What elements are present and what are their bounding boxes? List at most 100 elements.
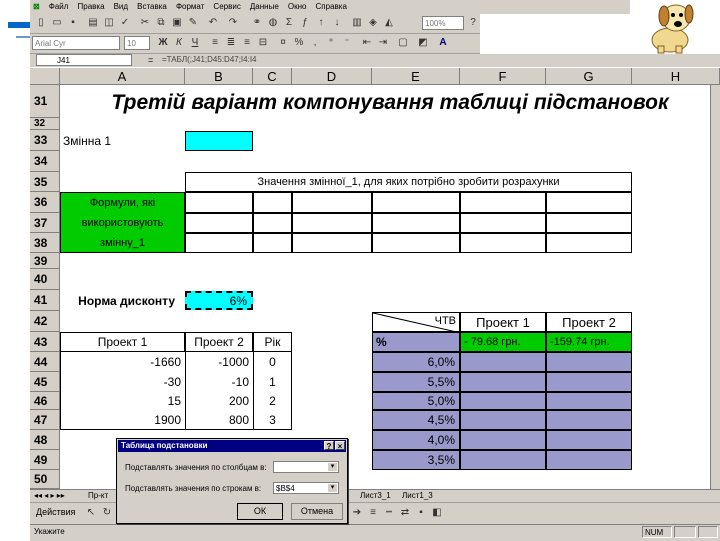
column-header-c[interactable]: C [253,68,292,85]
project2-cell[interactable]: -10 [185,372,253,392]
rate-cell[interactable]: 5,0% [372,392,460,410]
font-color-icon[interactable]: A [436,36,450,50]
discount-label[interactable]: Норма дисконту [60,290,185,311]
npv-corner-cell[interactable]: ЧТВ [372,312,460,332]
align-center-icon[interactable]: ≣ [224,36,238,50]
result-cell[interactable] [460,450,546,470]
sort-desc-icon[interactable]: ↓ [330,16,344,30]
values-header[interactable]: Значення змінної_1, для яких потрібно зр… [185,172,632,192]
npv-project1-header[interactable]: Проект 1 [460,312,546,332]
row-header-42[interactable]: 42 [30,311,60,332]
underline-icon[interactable]: Ч [188,36,202,50]
grid-cell[interactable] [372,233,460,253]
currency-icon[interactable]: ¤ [276,36,290,50]
rate-cell[interactable]: 6,0% [372,352,460,372]
column-header-f[interactable]: F [460,68,546,85]
grid-cell[interactable] [185,233,253,253]
paste-icon[interactable]: ▣ [170,16,184,30]
close-icon[interactable]: × [335,441,345,451]
rate-cell[interactable]: 3,5% [372,450,460,470]
select-objects-icon[interactable]: ↖ [84,506,98,520]
year-cell[interactable]: 2 [253,392,292,410]
result-cell[interactable] [460,372,546,392]
column-header-d[interactable]: D [292,68,372,85]
npv-corner-bottom[interactable]: % [372,332,460,352]
project2-header[interactable]: Проект 2 [185,332,253,352]
row-header-43[interactable]: 43 [30,332,60,352]
project1-cell[interactable]: -30 [60,372,185,392]
project1-cell[interactable]: 1900 [60,410,185,430]
arrow-style-icon[interactable]: ➔ [350,506,364,520]
sort-asc-icon[interactable]: ↑ [314,16,328,30]
font-select[interactable]: Arial Cyr [32,36,120,50]
year-cell[interactable]: 3 [253,410,292,430]
grid-cell[interactable] [292,233,372,253]
project1-cell[interactable]: -1660 [60,352,185,372]
rate-cell[interactable]: 4,0% [372,430,460,450]
result-cell[interactable] [546,450,632,470]
grid-cell[interactable] [185,213,253,233]
project2-cell[interactable]: 800 [185,410,253,430]
sheet-tab-3[interactable]: Лист1_3 [402,490,433,502]
formulas-label[interactable]: Формули, які використовують змінну_1 [60,192,185,253]
rate-cell[interactable]: 5,5% [372,372,460,392]
row-header-33[interactable]: 33 [30,130,60,151]
collapse-dialog-icon[interactable]: ▾ [328,463,337,471]
align-right-icon[interactable]: ≡ [240,36,254,50]
row-input-field[interactable]: $B$4 ▾ [273,482,339,494]
npv-project1-formula[interactable]: - 79.68 грн. [460,332,546,352]
menu-window[interactable]: Окно [285,0,310,14]
spelling-icon[interactable]: ✓ [118,16,132,30]
new-icon[interactable]: ▯ [34,16,48,30]
fill-color-icon[interactable]: ◩ [416,36,430,50]
result-cell[interactable] [546,410,632,430]
result-cell[interactable] [460,430,546,450]
grid-cell[interactable] [546,192,632,213]
equals-icon[interactable]: = [148,54,153,66]
project2-cell[interactable]: 200 [185,392,253,410]
column-header-g[interactable]: G [546,68,632,85]
print-icon[interactable]: ▤ [86,16,100,30]
project1-cell[interactable]: 15 [60,392,185,410]
result-cell[interactable] [460,410,546,430]
open-icon[interactable]: ▭ [50,16,64,30]
chart-wizard-icon[interactable]: ▥ [350,16,364,30]
help-icon[interactable]: ? [324,441,334,451]
percent-icon[interactable]: % [292,36,306,50]
row-header-39[interactable]: 39 [30,253,60,269]
draw-menu[interactable]: Действия [36,507,75,517]
borders-icon[interactable]: ▢ [396,36,410,50]
align-left-icon[interactable]: ≡ [208,36,222,50]
dialog-title-bar[interactable]: Таблица подстановки ? × [118,440,346,452]
menu-format[interactable]: Формат [173,0,207,14]
grid-cell[interactable] [185,192,253,213]
format-painter-icon[interactable]: ✎ [186,16,200,30]
excel-icon[interactable]: ⊠ [30,0,43,14]
copy-icon[interactable]: ⧉ [154,16,168,30]
drawing-icon[interactable]: ◭ [382,16,396,30]
row-header-34[interactable]: 34 [30,151,60,172]
menu-view[interactable]: Вид [111,0,131,14]
function-icon[interactable]: ƒ [298,16,312,30]
row-header-48[interactable]: 48 [30,430,60,450]
column-header-e[interactable]: E [372,68,460,85]
row-header-49[interactable]: 49 [30,450,60,470]
tab-scroll-icon[interactable]: ◂◂ ◂ ▸ ▸▸ [34,490,65,502]
row-header-35[interactable]: 35 [30,172,60,192]
office-assistant-dog-icon[interactable] [640,0,710,54]
row-header-45[interactable]: 45 [30,372,60,392]
grid-cell[interactable] [292,192,372,213]
free-rotate-icon[interactable]: ↻ [100,506,114,520]
line-style-icon[interactable]: ≡ [366,506,380,520]
vertical-scrollbar[interactable] [710,85,720,489]
result-cell[interactable] [460,392,546,410]
menu-insert[interactable]: Вставка [134,0,170,14]
menu-edit[interactable]: Правка [75,0,108,14]
shadow-icon[interactable]: ▪ [414,506,428,520]
grid-cell[interactable] [372,213,460,233]
office-assistant-icon[interactable]: ? [466,16,480,30]
merge-center-icon[interactable]: ⊟ [256,36,270,50]
result-cell[interactable] [546,392,632,410]
row-header-40[interactable]: 40 [30,269,60,290]
row-header-32[interactable]: 32 [30,118,60,130]
